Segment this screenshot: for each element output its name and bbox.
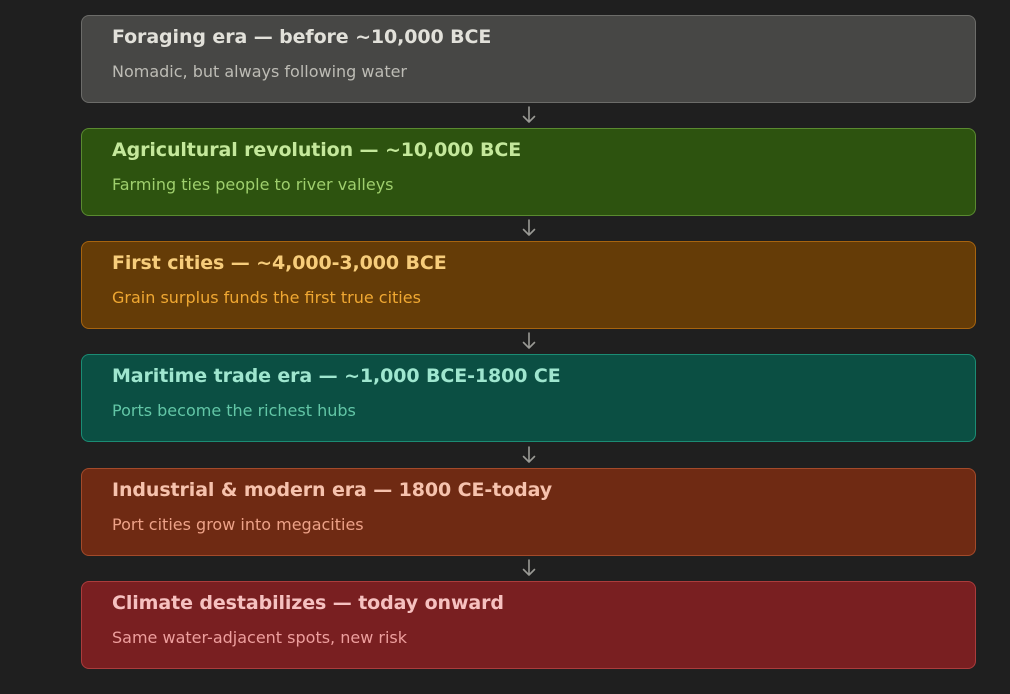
era-card-agricultural: Agricultural revolution — ~10,000 BCE Fa…: [81, 128, 976, 216]
arrow-down-icon: [522, 219, 536, 236]
era-title: Agricultural revolution — ~10,000 BCE: [112, 139, 522, 161]
era-card-climate: Climate destabilizes — today onward Same…: [81, 581, 976, 669]
era-title: Climate destabilizes — today onward: [112, 592, 504, 614]
arrow-down-icon: [522, 446, 536, 463]
era-title: First cities — ~4,000-3,000 BCE: [112, 252, 447, 274]
arrow-down-icon: [522, 332, 536, 349]
era-subtitle: Grain surplus funds the first true citie…: [112, 288, 421, 307]
era-subtitle: Nomadic, but always following water: [112, 62, 408, 81]
era-title: Foraging era — before ~10,000 BCE: [112, 26, 492, 48]
arrow-down-icon: [522, 106, 536, 123]
era-subtitle: Port cities grow into megacities: [112, 515, 364, 534]
era-subtitle: Ports become the richest hubs: [112, 401, 356, 420]
era-title: Maritime trade era — ~1,000 BCE-1800 CE: [112, 365, 561, 387]
era-card-foraging: Foraging era — before ~10,000 BCE Nomadi…: [81, 15, 976, 103]
arrow-down-icon: [522, 559, 536, 576]
era-card-maritime-trade: Maritime trade era — ~1,000 BCE-1800 CE …: [81, 354, 976, 442]
era-timeline-diagram: Foraging era — before ~10,000 BCE Nomadi…: [0, 0, 1010, 694]
era-title: Industrial & modern era — 1800 CE-today: [112, 479, 553, 501]
era-subtitle: Farming ties people to river valleys: [112, 175, 394, 194]
era-subtitle: Same water-adjacent spots, new risk: [112, 628, 408, 647]
era-card-first-cities: First cities — ~4,000-3,000 BCE Grain su…: [81, 241, 976, 329]
era-card-industrial-modern: Industrial & modern era — 1800 CE-today …: [81, 468, 976, 556]
